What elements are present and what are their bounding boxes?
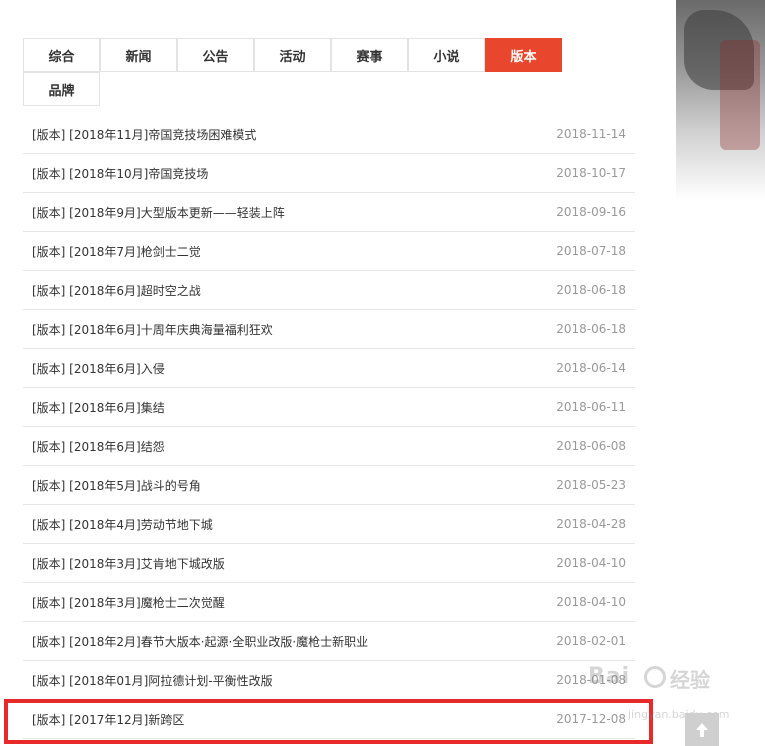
watermark-brand-text: 经验	[670, 668, 710, 692]
article-row[interactable]: [版本] [2018年10月]帝国竞技场 2018-10-17	[23, 154, 635, 193]
tab-gonggao[interactable]: 公告	[177, 38, 254, 72]
tab-banben[interactable]: 版本	[485, 38, 562, 72]
article-row[interactable]: [版本] [2018年01月]阿拉德计划-平衡性改版 2018-01-08	[23, 661, 635, 700]
article-date: 2018-06-08	[556, 439, 626, 453]
paw-icon	[644, 666, 666, 688]
article-row[interactable]: [版本] [2018年11月]帝国竞技场困难模式 2018-11-14	[23, 115, 635, 154]
article-date: 2018-06-11	[556, 400, 626, 414]
article-row[interactable]: [版本] [2018年6月]集结 2018-06-11	[23, 388, 635, 427]
article-date: 2018-06-18	[556, 322, 626, 336]
article-date: 2018-10-17	[556, 166, 626, 180]
article-row[interactable]: [版本] [2018年4月]劳动节地下城 2018-04-28	[23, 505, 635, 544]
article-row[interactable]: [版本] [2018年6月]超时空之战 2018-06-18	[23, 271, 635, 310]
article-title[interactable]: [版本] [2018年6月]入侵	[32, 360, 165, 377]
article-title[interactable]: [版本] [2018年3月]艾肯地下城改版	[32, 555, 225, 572]
article-date: 2018-09-16	[556, 205, 626, 219]
article-row[interactable]: [版本] [2017年12月]新跨区 2017-12-08	[23, 700, 635, 739]
article-row[interactable]: [版本] [2018年3月]魔枪士二次觉醒 2018-04-10	[23, 583, 635, 622]
side-banner-image	[676, 0, 765, 200]
article-row[interactable]: [版本] [2018年5月]战斗的号角 2018-05-23	[23, 466, 635, 505]
article-row[interactable]: [版本] [2018年6月]十周年庆典海量福利狂欢 2018-06-18	[23, 310, 635, 349]
article-date: 2018-06-18	[556, 283, 626, 297]
arrow-up-icon	[696, 722, 708, 737]
article-date: 2018-02-01	[556, 634, 626, 648]
article-row[interactable]: [版本] [2018年3月]艾肯地下城改版 2018-04-10	[23, 544, 635, 583]
article-list: [版本] [2018年11月]帝国竞技场困难模式 2018-11-14 [版本] …	[23, 115, 635, 739]
banner-figure-accent	[720, 40, 760, 150]
article-title[interactable]: [版本] [2018年01月]阿拉德计划-平衡性改版	[32, 672, 273, 689]
tab-saishi[interactable]: 赛事	[331, 38, 408, 72]
article-date: 2017-12-08	[556, 712, 626, 726]
article-date: 2018-04-10	[556, 595, 626, 609]
article-title[interactable]: [版本] [2017年12月]新跨区	[32, 711, 184, 728]
article-date: 2018-07-18	[556, 244, 626, 258]
article-title[interactable]: [版本] [2018年11月]帝国竞技场困难模式	[32, 126, 256, 143]
article-title[interactable]: [版本] [2018年10月]帝国竞技场	[32, 165, 208, 182]
article-date: 2018-06-14	[556, 361, 626, 375]
article-title[interactable]: [版本] [2018年7月]枪剑士二觉	[32, 243, 201, 260]
tab-pinpai[interactable]: 品牌	[23, 72, 100, 106]
article-row[interactable]: [版本] [2018年2月]春节大版本·起源·全职业改版·魔枪士新职业 2018-…	[23, 622, 635, 661]
article-title[interactable]: [版本] [2018年9月]大型版本更新——轻装上阵	[32, 204, 285, 221]
article-date: 2018-04-28	[556, 517, 626, 531]
tab-xinwen[interactable]: 新闻	[100, 38, 177, 72]
article-date: 2018-04-10	[556, 556, 626, 570]
article-row[interactable]: [版本] [2018年7月]枪剑士二觉 2018-07-18	[23, 232, 635, 271]
article-row[interactable]: [版本] [2018年6月]结怨 2018-06-08	[23, 427, 635, 466]
article-title[interactable]: [版本] [2018年4月]劳动节地下城	[32, 516, 213, 533]
article-title[interactable]: [版本] [2018年2月]春节大版本·起源·全职业改版·魔枪士新职业	[32, 633, 368, 650]
article-title[interactable]: [版本] [2018年3月]魔枪士二次觉醒	[32, 594, 225, 611]
article-title[interactable]: [版本] [2018年6月]集结	[32, 399, 165, 416]
article-title[interactable]: [版本] [2018年6月]十周年庆典海量福利狂欢	[32, 321, 273, 338]
back-to-top-button[interactable]	[685, 713, 719, 746]
article-date: 2018-11-14	[556, 127, 626, 141]
article-date: 2018-01-08	[556, 673, 626, 687]
tab-xiaoshuo[interactable]: 小说	[408, 38, 485, 72]
article-date: 2018-05-23	[556, 478, 626, 492]
page: 综合 新闻 公告 活动 赛事 小说 版本 品牌 [版本] [2018年11月]帝…	[0, 0, 765, 746]
article-row[interactable]: [版本] [2018年9月]大型版本更新——轻装上阵 2018-09-16	[23, 193, 635, 232]
article-title[interactable]: [版本] [2018年6月]结怨	[32, 438, 165, 455]
article-row[interactable]: [版本] [2018年6月]入侵 2018-06-14	[23, 349, 635, 388]
article-title[interactable]: [版本] [2018年6月]超时空之战	[32, 282, 201, 299]
tab-zonghe[interactable]: 综合	[23, 38, 100, 72]
article-title[interactable]: [版本] [2018年5月]战斗的号角	[32, 477, 201, 494]
tab-huodong[interactable]: 活动	[254, 38, 331, 72]
